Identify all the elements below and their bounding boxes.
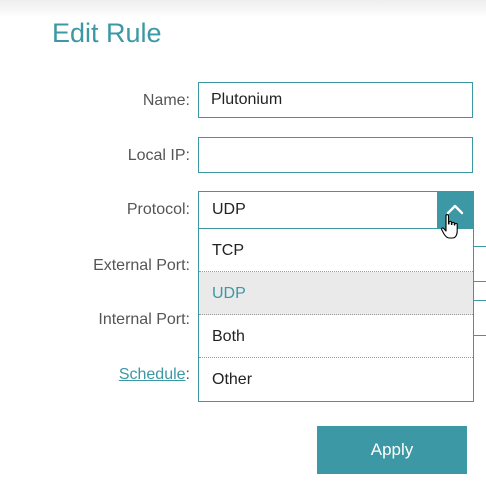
protocol-label: Protocol:	[126, 201, 190, 218]
protocol-option-udp[interactable]: UDP	[199, 272, 473, 315]
page-title: Edit Rule	[52, 18, 162, 48]
apply-button[interactable]: Apply	[317, 426, 467, 474]
hand-pointer-cursor-icon	[440, 214, 458, 239]
external-port-label: External Port:	[93, 257, 190, 274]
protocol-option-tcp[interactable]: TCP	[199, 229, 473, 272]
schedule-colon: :	[185, 366, 190, 383]
name-input[interactable]	[198, 82, 473, 118]
local-ip-label: Local IP:	[127, 147, 190, 164]
internal-port-label: Internal Port:	[98, 311, 190, 328]
protocol-selected-value: UDP	[212, 201, 246, 218]
protocol-select[interactable]: UDP	[198, 191, 474, 229]
local-ip-input[interactable]	[198, 137, 473, 173]
protocol-option-other[interactable]: Other	[199, 358, 473, 401]
header-shadow	[0, 0, 486, 18]
name-label: Name:	[142, 92, 190, 109]
protocol-option-both[interactable]: Both	[199, 315, 473, 358]
protocol-options-list: TCP UDP Both Other	[198, 229, 474, 402]
schedule-label: Schedule:	[119, 366, 190, 384]
schedule-link[interactable]: Schedule	[119, 366, 186, 383]
